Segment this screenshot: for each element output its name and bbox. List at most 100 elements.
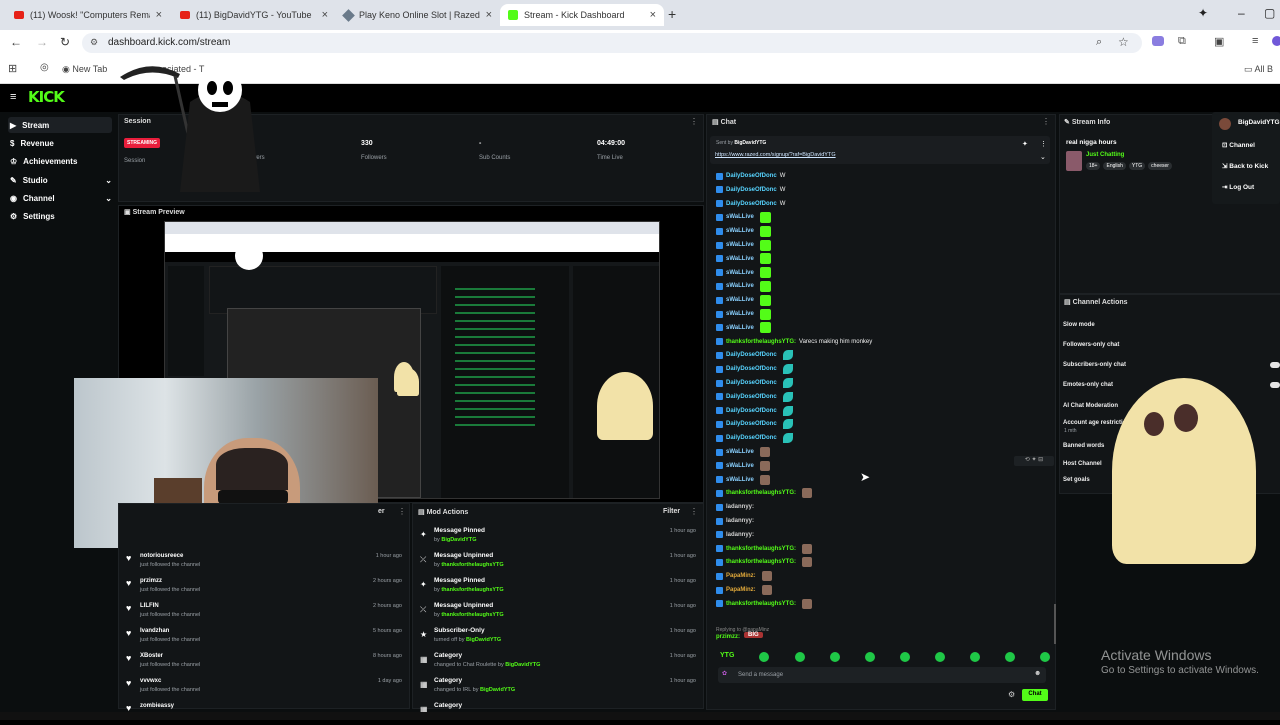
chat-message[interactable]: sWaLLive xyxy=(716,253,771,265)
chat-message[interactable]: sWaLLive xyxy=(716,239,771,251)
bookmark-folder-icon[interactable]: ◎ xyxy=(40,62,49,73)
follower-name[interactable]: zombieassy xyxy=(140,703,174,709)
chat-username[interactable]: DailyDoseOfDonc xyxy=(726,173,777,179)
chat-username[interactable]: thanksforthelaughsYTG: xyxy=(726,339,796,345)
category-name[interactable]: Just Chatting xyxy=(1086,152,1124,158)
chat-username[interactable]: sWaLLive xyxy=(726,477,754,483)
chat-message[interactable]: thanksforthelaughsYTG: xyxy=(716,556,813,568)
chat-message[interactable]: DailyDoseOfDonc xyxy=(716,377,793,389)
browser-tab-4[interactable]: Stream - Kick Dashboard × xyxy=(500,4,664,26)
chat-username[interactable]: sWaLLive xyxy=(726,270,754,276)
subscribers-only-toggle[interactable] xyxy=(1270,362,1280,368)
chat-message[interactable]: DailyDoseOfDonc W xyxy=(716,198,785,210)
menu-item-channel[interactable]: ⊡ Channel xyxy=(1222,141,1255,149)
chat-message[interactable]: sWaLLive xyxy=(716,308,771,320)
emote-picker-icon[interactable]: ✿ xyxy=(722,670,727,677)
emote-icon[interactable] xyxy=(1004,652,1015,662)
back-icon[interactable]: ← xyxy=(10,35,22,49)
chat-username[interactable]: DailyDoseOfDonc xyxy=(726,408,777,414)
profile-avatar[interactable] xyxy=(1272,36,1280,46)
emote-icon[interactable] xyxy=(829,652,840,662)
chat-message[interactable]: sWaLLive xyxy=(716,211,771,223)
chat-username[interactable]: sWaLLive xyxy=(726,325,754,331)
tab-search-icon[interactable]: ✦ xyxy=(1198,6,1208,20)
chat-scrollbar[interactable] xyxy=(1054,604,1056,644)
chat-username[interactable]: PapaMinz: xyxy=(726,573,756,579)
emote-icon[interactable] xyxy=(794,652,805,662)
chat-message[interactable]: PapaMinz: xyxy=(716,570,772,582)
chat-message[interactable]: sWaLLive xyxy=(716,225,771,237)
emote-icon[interactable] xyxy=(934,652,945,662)
chat-username[interactable]: ladannyy: xyxy=(726,518,754,524)
sidepanel-icon[interactable]: ▣ xyxy=(1214,35,1224,48)
chat-username[interactable]: sWaLLive xyxy=(726,256,754,262)
chat-message[interactable]: DailyDoseOfDonc W xyxy=(716,184,785,196)
chat-message[interactable]: DailyDoseOfDonc xyxy=(716,418,793,430)
emote-icon[interactable] xyxy=(1039,652,1050,662)
emotes-only-toggle[interactable] xyxy=(1270,382,1280,388)
minimize-icon[interactable]: – xyxy=(1238,6,1245,20)
message-hover-actions[interactable]: ⟲ ✦ ⊟ xyxy=(1014,456,1054,466)
chat-username[interactable]: thanksforthelaughsYTG: xyxy=(726,559,796,565)
chat-message[interactable]: thanksforthelaughsYTG: Varecs making him… xyxy=(716,336,872,348)
emote-ytg[interactable]: YTG xyxy=(720,652,734,664)
follower-name[interactable]: vvvwxc xyxy=(140,678,161,684)
chat-username[interactable]: sWaLLive xyxy=(726,297,754,303)
channel-action-item[interactable]: Emotes-only chat xyxy=(1063,382,1113,388)
chat-message[interactable]: PapaMinz: xyxy=(716,584,772,596)
chat-message[interactable]: ladannyy: xyxy=(716,529,757,541)
all-bookmarks[interactable]: ▭ All B xyxy=(1244,64,1273,75)
channel-action-item[interactable]: Set goals xyxy=(1063,477,1090,483)
chat-username[interactable]: thanksforthelaughsYTG: xyxy=(726,490,796,496)
emote-icon[interactable] xyxy=(759,652,770,662)
follower-name[interactable]: Ivandzhan xyxy=(140,628,169,634)
browser-tab-2[interactable]: (11) BigDavidYTG - YouTube × xyxy=(172,4,336,26)
sidebar-item-studio[interactable]: ✎ Studio ⌄ xyxy=(8,172,112,188)
chat-username[interactable]: sWaLLive xyxy=(726,449,754,455)
chat-message[interactable]: DailyDoseOfDonc xyxy=(716,405,793,417)
new-tab-icon[interactable]: + xyxy=(668,6,676,22)
chat-username[interactable]: ladannyy: xyxy=(726,504,754,510)
mod-action-user[interactable]: thanksforthelaughsYTG xyxy=(441,612,503,618)
emoji-icon[interactable]: ☻ xyxy=(1034,670,1041,677)
mod-action-user[interactable]: thanksforthelaughsYTG xyxy=(441,562,503,568)
chat-username[interactable]: sWaLLive xyxy=(726,283,754,289)
mod-action-user[interactable]: thanksforthelaughsYTG xyxy=(441,587,503,593)
menu-item-back-to-kick[interactable]: ⇲ Back to Kick xyxy=(1222,162,1268,170)
chat-username[interactable]: PapaMinz: xyxy=(726,587,756,593)
apps-grid-icon[interactable]: ⊞ xyxy=(8,62,17,75)
chevron-down-icon[interactable]: ⌄ xyxy=(1040,153,1046,161)
channel-action-item[interactable]: Banned words xyxy=(1063,443,1104,449)
more-options-icon[interactable]: ⋮ xyxy=(398,507,406,516)
avatar[interactable] xyxy=(1219,118,1231,130)
chat-message[interactable]: DailyDoseOfDonc xyxy=(716,432,793,444)
mod-action-user[interactable]: BigDavidYTG xyxy=(466,637,501,643)
emote-icon[interactable] xyxy=(864,652,875,662)
chat-username[interactable]: sWaLLive xyxy=(726,311,754,317)
follower-name[interactable]: LILFIN xyxy=(140,603,159,609)
follower-name[interactable]: notoriousreece xyxy=(140,553,183,559)
hamburger-menu-icon[interactable]: ≡ xyxy=(10,91,16,103)
more-options-icon[interactable]: ⋮ xyxy=(690,507,698,516)
chat-username[interactable]: DailyDoseOfDonc xyxy=(726,201,777,207)
chat-username[interactable]: DailyDoseOfDonc xyxy=(726,435,777,441)
emote-icon[interactable] xyxy=(899,652,910,662)
sidebar-item-achievements[interactable]: ♔ Achievements xyxy=(8,153,112,169)
close-tab-icon[interactable]: × xyxy=(486,9,492,21)
chat-username[interactable]: sWaLLive xyxy=(726,214,754,220)
chat-username[interactable]: DailyDoseOfDonc xyxy=(726,187,777,193)
chat-message[interactable]: DailyDoseOfDonc W xyxy=(716,170,785,182)
close-tab-icon[interactable]: × xyxy=(156,9,162,21)
emote-icon[interactable] xyxy=(969,652,980,662)
reload-icon[interactable]: ↻ xyxy=(60,35,70,49)
chat-send-button[interactable]: Chat xyxy=(1022,689,1048,701)
chat-username[interactable]: DailyDoseOfDonc xyxy=(726,380,777,386)
sidebar-item-revenue[interactable]: $ Revenue xyxy=(8,135,112,151)
filter-button[interactable]: Filter xyxy=(663,508,680,515)
extensions-puzzle-icon[interactable]: ⧉ xyxy=(1178,35,1186,48)
site-info-icon[interactable]: ⚙ xyxy=(90,37,98,48)
chat-message[interactable]: ladannyy: xyxy=(716,501,757,513)
bookmark-star-icon[interactable]: ☆ xyxy=(1118,35,1129,49)
chat-message[interactable]: sWaLLive xyxy=(716,474,770,486)
browser-tab-1[interactable]: (11) Woosk! "Computers Rema × xyxy=(6,4,170,26)
